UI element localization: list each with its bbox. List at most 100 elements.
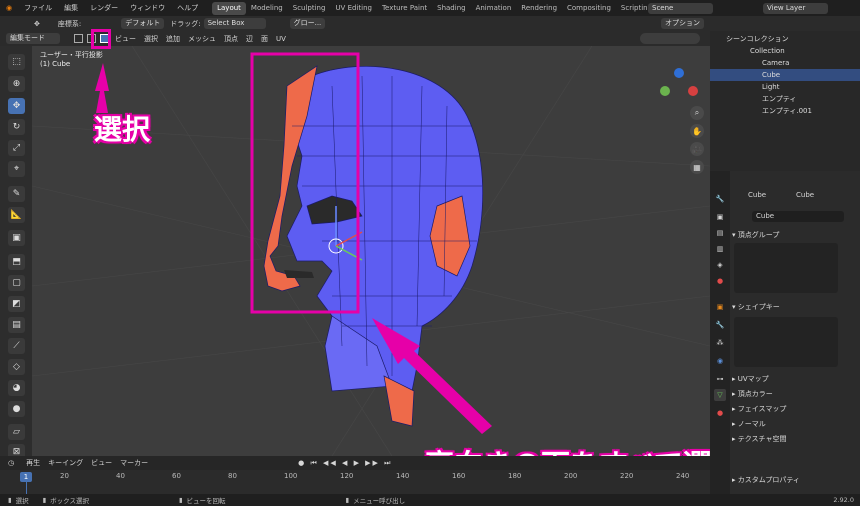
outliner-item-camera[interactable]: Camera [710,57,860,69]
panel-shape-keys[interactable]: ▾ シェイプキー [732,301,858,313]
shading-buttons[interactable] [640,33,700,44]
tool-tab-icon[interactable]: 🔧 [714,193,726,205]
bevel-tool-icon[interactable]: ◩ [8,296,25,312]
extrude-tool-icon[interactable]: ⬒ [8,254,25,270]
knife-tool-icon[interactable]: ⟋ [8,338,25,354]
tab-modeling[interactable]: Modeling [246,2,288,15]
menu-file[interactable]: ファイル [18,3,58,13]
constraints-tab-icon[interactable]: ⊶ [714,373,726,385]
outliner-item-collection[interactable]: Collection [710,45,860,57]
panel-uv-maps[interactable]: ▸ UVマップ [732,373,858,385]
options-dropdown[interactable]: オプション [661,18,704,29]
loop-cut-tool-icon[interactable]: ▤ [8,317,25,333]
camera-view-icon[interactable]: 🎥 [690,142,704,156]
mesh-data-tab-icon[interactable]: ▽ [714,389,726,401]
shear-tool-icon[interactable]: ▱ [8,424,25,440]
object-name-label: (1) Cube [40,60,71,68]
panel-custom-props[interactable]: ▸ カスタムプロパティ [732,474,858,486]
menu-add[interactable]: 追加 [166,34,180,44]
mesh-data-name-field[interactable]: Cube [752,211,844,222]
render-tab-icon[interactable]: ▣ [714,211,726,223]
particles-tab-icon[interactable]: ⁂ [714,337,726,349]
zoom-icon[interactable]: ⌕ [690,106,704,120]
measure-tool-icon[interactable]: 📐 [8,207,25,223]
orientation-dropdown[interactable]: デフォルト [121,18,165,29]
menu-render[interactable]: レンダー [84,3,124,13]
z-axis-icon[interactable] [674,68,684,78]
view-layer-selector[interactable]: View Layer [763,2,828,14]
menu-help[interactable]: ヘルプ [171,3,204,13]
view-layer-tab-icon[interactable]: ▥ [714,243,726,255]
scale-tool-icon[interactable]: ⤢ [8,140,25,156]
tab-compositing[interactable]: Compositing [562,2,616,15]
tab-texture-paint[interactable]: Texture Paint [377,2,432,15]
tab-shading[interactable]: Shading [432,2,470,15]
panel-vertex-groups[interactable]: ▾ 頂点グループ [732,229,858,241]
menu-mesh[interactable]: メッシュ [188,34,216,44]
playback-controls[interactable]: ● ⏮ ◀◀ ◀ ▶ ▶▶ ⏭ [298,459,392,468]
menu-uv[interactable]: UV [276,35,286,43]
cursor-tool-icon[interactable]: ⊕ [8,76,25,92]
transform-tool-icon[interactable]: ⌖ [8,161,25,177]
properties-editor[interactable]: 🔧 ▣ ▤ ▥ ◈ ● ▣ 🔧 ⁂ ◉ ⊶ ▽ ● Cube Cube Cube… [710,171,860,494]
outliner-item-empty-001[interactable]: エンプティ.001 [710,105,860,117]
menu-select[interactable]: 選択 [144,34,158,44]
current-frame-marker[interactable]: 1 [20,472,32,482]
drag-dropdown[interactable]: Select Box [203,18,266,29]
add-cube-tool-icon[interactable]: ▣ [8,230,25,246]
grid-toggle-icon[interactable]: ▦ [690,160,704,174]
menu-view[interactable]: ビュー [115,34,136,44]
outliner-item-cube[interactable]: Cube [710,69,860,81]
world-tab-icon[interactable]: ● [714,275,726,287]
shape-keys-list[interactable] [734,317,838,367]
pan-hand-icon[interactable]: ✋ [690,124,704,138]
panel-face-maps[interactable]: ▸ フェイスマップ [732,403,858,415]
panel-texture-space[interactable]: ▸ テクスチャ空間 [732,433,858,445]
annotate-tool-icon[interactable]: ✎ [8,186,25,202]
outliner-item-empty[interactable]: エンプティ [710,93,860,105]
menu-timeline-view[interactable]: ビュー [91,458,112,468]
outliner-item-light[interactable]: Light [710,81,860,93]
y-axis-icon[interactable] [660,86,670,96]
scene-tab-icon[interactable]: ◈ [714,259,726,271]
inset-tool-icon[interactable]: ▢ [8,275,25,291]
output-tab-icon[interactable]: ▤ [714,227,726,239]
smooth-tool-icon[interactable]: ● [8,401,25,417]
x-axis-icon[interactable] [688,86,698,96]
outliner-scene-collection[interactable]: シーンコレクション [710,33,860,45]
vertex-select-icon[interactable] [74,34,83,43]
poly-build-tool-icon[interactable]: ◇ [8,359,25,375]
menu-keying[interactable]: キーイング [48,458,83,468]
menu-marker[interactable]: マーカー [120,458,148,468]
tab-sculpting[interactable]: Sculpting [288,2,331,15]
physics-tab-icon[interactable]: ◉ [714,355,726,367]
menu-playback[interactable]: 再生 [26,458,40,468]
vertex-groups-list[interactable] [734,243,838,293]
menu-window[interactable]: ウィンドウ [124,3,171,13]
outliner[interactable]: シーンコレクション Collection Camera Cube Light エ… [710,31,860,171]
tab-animation[interactable]: Animation [471,2,517,15]
move-tool-icon[interactable]: ✥ [8,98,25,114]
timeline[interactable]: ◷ 再生 キーイング ビュー マーカー ● ⏮ ◀◀ ◀ ▶ ▶▶ ⏭ 1 20… [0,456,710,496]
menu-face[interactable]: 面 [261,34,268,44]
material-tab-icon[interactable]: ● [714,407,726,419]
menu-edge[interactable]: 辺 [246,34,253,44]
menu-vertex[interactable]: 頂点 [224,34,238,44]
transform-orientation-dropdown[interactable]: グロー... [289,18,326,29]
blender-logo-icon[interactable]: ◉ [0,4,18,12]
tab-uv-editing[interactable]: UV Editing [330,2,377,15]
rotate-tool-icon[interactable]: ↻ [8,119,25,135]
panel-normals[interactable]: ▸ ノーマル [732,418,858,430]
object-tab-icon[interactable]: ▣ [714,301,726,313]
scene-selector[interactable]: Scene [648,2,713,14]
tab-layout[interactable]: Layout [212,1,246,15]
spin-tool-icon[interactable]: ◕ [8,380,25,396]
mode-dropdown[interactable]: 編集モード [6,33,60,44]
timeline-editor-icon[interactable]: ◷ [8,459,14,467]
panel-vertex-colors[interactable]: ▸ 頂点カラー [732,388,858,400]
axis-gizmo[interactable] [660,68,700,108]
tab-rendering[interactable]: Rendering [516,2,562,15]
select-box-tool-icon[interactable]: ⬚ [8,54,25,70]
menu-edit[interactable]: 編集 [58,3,84,13]
modifier-tab-icon[interactable]: 🔧 [714,319,726,331]
